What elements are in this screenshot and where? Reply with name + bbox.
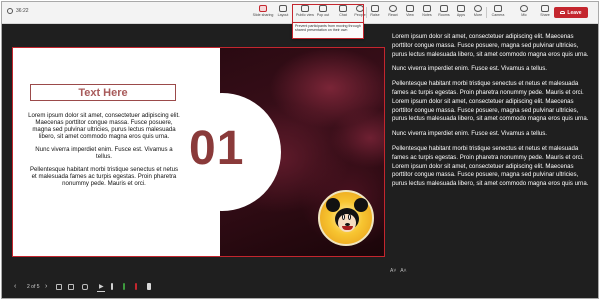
- notes-paragraph: Pellentesque habitant morbi tristique se…: [392, 80, 584, 96]
- decrease-font-button[interactable]: A˅: [390, 268, 396, 274]
- share-button[interactable]: Share: [534, 5, 556, 22]
- page-indicator: 2 of 5: [27, 284, 40, 290]
- subtitles-button[interactable]: [82, 284, 88, 290]
- laser-pointer-button[interactable]: [135, 283, 137, 290]
- grid-view-icon: [56, 284, 62, 290]
- previous-slide-button[interactable]: ‹: [14, 283, 16, 290]
- more-icon: [474, 5, 482, 12]
- laser-pointer-icon: [135, 283, 137, 290]
- slide-body-text: Lorem ipsum dolor sit amet, consectetuer…: [28, 112, 180, 193]
- notes-paragraph: Pellentesque habitant morbi tristique se…: [392, 144, 584, 161]
- avatar-eye: [348, 214, 351, 220]
- public-view-highlight: [292, 4, 364, 23]
- fullscreen-icon: [68, 284, 74, 290]
- teams-presenter-window: 36:22 Slide sharing Layout Public view P…: [1, 1, 599, 299]
- slide-sharing-label: Slide sharing: [252, 13, 274, 17]
- notes-font-size-controls: A˅ A˄: [390, 268, 407, 274]
- leave-label: Leave: [567, 9, 582, 16]
- layout-button[interactable]: Layout: [272, 5, 294, 22]
- apps-icon: [457, 5, 465, 12]
- fullscreen-button[interactable]: [68, 284, 74, 290]
- camera-icon: [494, 5, 502, 12]
- pointer-tool-button[interactable]: ▶: [99, 283, 104, 290]
- slide-paragraph: Nunc viverra imperdiet enim. Fusce est. …: [35, 146, 173, 160]
- clock-icon: [7, 8, 13, 14]
- phone-icon: [560, 11, 566, 14]
- react-icon: [389, 5, 397, 12]
- notes-icon: [423, 5, 431, 12]
- avatar-ear-right: [354, 198, 368, 212]
- avatar-eye: [342, 214, 345, 220]
- pen-icon: [111, 283, 113, 290]
- slide-number: 01: [189, 122, 245, 175]
- increase-font-button[interactable]: A˄: [400, 268, 406, 274]
- leave-button[interactable]: Leave: [554, 7, 588, 18]
- notes-paragraph: Nunc viverra imperdiet enim. Fusce est. …: [392, 65, 547, 73]
- presentation-slide: 01 Text Here Lorem ipsum dolor sit amet,…: [12, 47, 385, 257]
- raise-hand-icon: [371, 5, 379, 12]
- slide-sharing-button[interactable]: Slide sharing: [252, 5, 274, 22]
- avatar-ear-left: [326, 198, 340, 212]
- share-label: Share: [540, 13, 550, 17]
- subtitles-icon: [82, 284, 88, 290]
- slide-paragraph: Lorem ipsum dolor sit amet, consectetuer…: [28, 112, 180, 140]
- notes-paragraph: Lorem ipsum dolor sit amet, consectetuer…: [392, 33, 589, 58]
- pen-tool-button[interactable]: [111, 283, 113, 290]
- rooms-icon: [440, 5, 448, 12]
- notes-paragraph: Lorem ipsum dolor sit amet, consectetuer…: [392, 97, 589, 123]
- react-label: React: [388, 13, 398, 17]
- notes-paragraph: Lorem ipsum dolor sit amet, consectetuer…: [392, 162, 589, 188]
- mic-label: Mic: [521, 13, 527, 17]
- mic-button[interactable]: Mic: [513, 5, 535, 22]
- highlighter-green-button[interactable]: [123, 283, 125, 290]
- rooms-label: Rooms: [438, 13, 450, 17]
- highlighter-icon: [123, 283, 125, 290]
- raise-label: Raise: [370, 13, 380, 17]
- more-label: More: [473, 13, 483, 17]
- layout-label: Layout: [277, 13, 289, 17]
- mic-icon: [520, 5, 528, 12]
- view-icon: [406, 5, 414, 12]
- public-view-tooltip: Prevent participants from moving through…: [292, 22, 364, 39]
- eraser-icon: [147, 283, 151, 290]
- camera-button[interactable]: Camera: [487, 5, 509, 22]
- view-label: View: [406, 13, 414, 17]
- meeting-time: 36:22: [16, 8, 29, 14]
- share-icon: [541, 5, 549, 12]
- meeting-timer: 36:22: [7, 8, 29, 14]
- layout-icon: [279, 5, 287, 12]
- notes-label: Notes: [422, 13, 432, 17]
- slide-paragraph: Pellentesque habitant morbi tristique se…: [29, 166, 179, 187]
- next-slide-button[interactable]: ›: [45, 283, 47, 290]
- presenter-avatar: [318, 190, 374, 246]
- slide-sharing-icon: [259, 5, 267, 12]
- grid-view-button[interactable]: [56, 284, 62, 290]
- eraser-button[interactable]: [147, 283, 151, 290]
- speaker-notes-panel[interactable]: Lorem ipsum dolor sit amet, consectetuer…: [392, 33, 592, 195]
- notes-paragraph: Nunc viverra imperdiet enim. Fusce est. …: [392, 130, 547, 138]
- apps-label: Apps: [456, 13, 466, 17]
- camera-label: Camera: [491, 13, 505, 17]
- slide-title: Text Here: [30, 84, 176, 101]
- tool-selected-underline: [97, 291, 105, 292]
